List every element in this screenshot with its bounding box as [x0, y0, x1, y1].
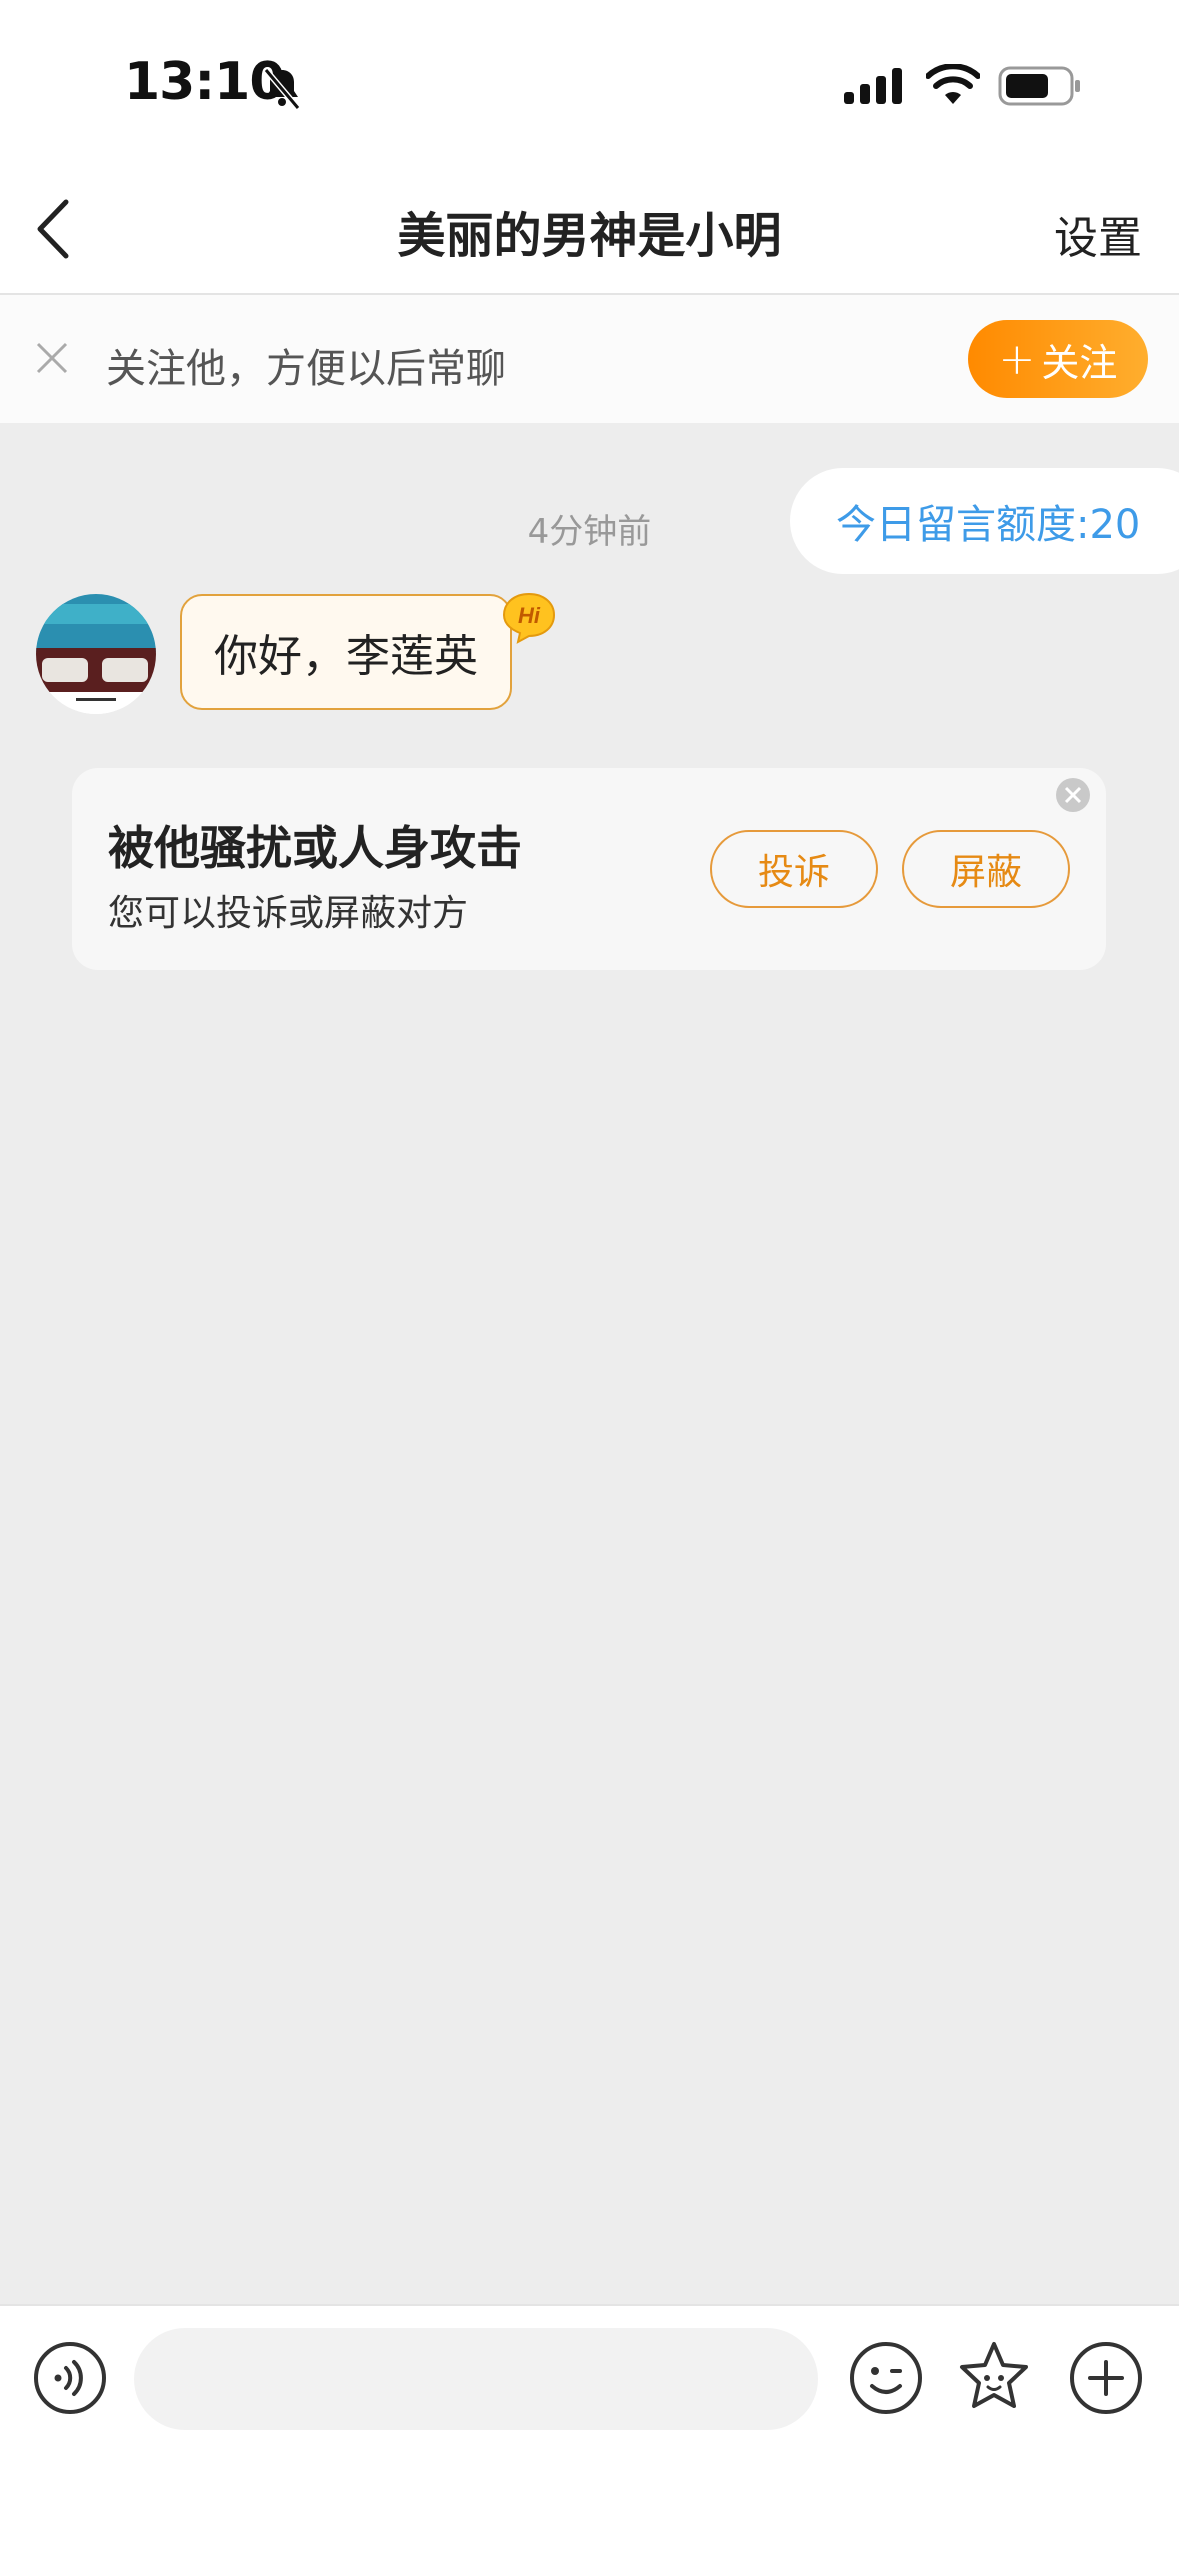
battery-icon — [998, 66, 1080, 106]
chat-message-text: 你好，李莲英 — [214, 631, 478, 682]
hi-badge-text: Hi — [518, 603, 541, 628]
wifi-icon — [926, 64, 980, 104]
plus-icon: + — [998, 333, 1036, 385]
message-input[interactable] — [134, 2328, 818, 2430]
add-attachment-icon[interactable] — [1066, 2338, 1146, 2418]
block-button[interactable]: 屏蔽 — [902, 830, 1070, 908]
sticker-icon[interactable] — [954, 2338, 1034, 2418]
follow-prompt-text: 关注他，方便以后常聊 — [106, 346, 506, 392]
follow-button-label: 关注 — [1041, 340, 1118, 385]
emoji-icon[interactable] — [846, 2338, 926, 2418]
card-subtitle: 您可以投诉或屏蔽对方 — [108, 893, 469, 934]
settings-button[interactable]: 设置 — [1054, 202, 1142, 266]
close-icon[interactable] — [34, 340, 70, 376]
hi-greeting-icon: Hi — [500, 590, 558, 646]
bell-muted-icon — [263, 68, 301, 110]
cellular-signal-icon — [844, 68, 902, 104]
follow-button[interactable]: + 关注 — [968, 320, 1148, 398]
card-title: 被他骚扰或人身攻击 — [108, 821, 522, 875]
close-circle-icon[interactable] — [1054, 776, 1092, 814]
chat-message-bubble[interactable]: 你好，李莲英 — [180, 594, 512, 710]
avatar[interactable] — [36, 594, 156, 714]
message-timestamp: 4分钟前 — [527, 512, 652, 552]
page-title: 美丽的男神是小明 — [397, 208, 782, 264]
voice-input-icon[interactable] — [30, 2338, 110, 2418]
complain-button[interactable]: 投诉 — [710, 830, 878, 908]
